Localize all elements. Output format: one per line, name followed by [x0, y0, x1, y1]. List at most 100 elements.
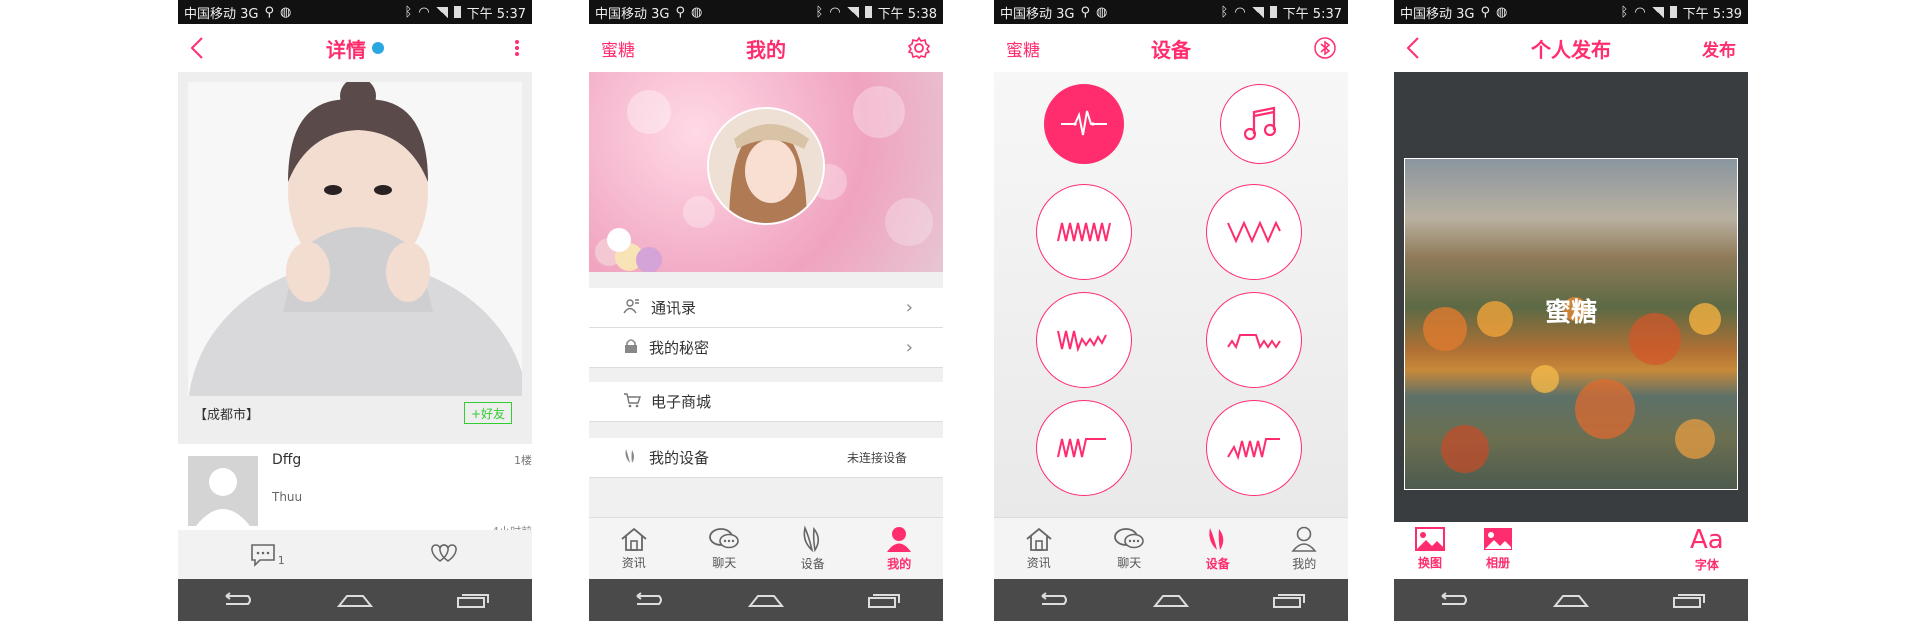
- system-back-icon[interactable]: [1436, 592, 1470, 608]
- system-home-icon[interactable]: [1552, 592, 1589, 608]
- system-back-icon[interactable]: [631, 592, 665, 608]
- tab-news[interactable]: 资讯: [1024, 526, 1054, 571]
- user-icon: [887, 527, 912, 552]
- signal-icon: [1251, 6, 1264, 18]
- tab-device[interactable]: 设备: [800, 525, 826, 572]
- editor-canvas: 蜜糖: [1394, 72, 1748, 522]
- tab-news[interactable]: 资讯: [619, 526, 649, 571]
- album-button[interactable]: 相册: [1482, 526, 1514, 571]
- brand-label: 蜜糖: [601, 40, 635, 61]
- add-friend-button[interactable]: +好友: [464, 402, 512, 424]
- system-home-icon[interactable]: [747, 592, 784, 608]
- mode-heartbeat-button[interactable]: [1044, 84, 1124, 164]
- menu-item-devices[interactable]: 我的设备 未连接设备: [589, 438, 943, 478]
- device-icon: [1209, 528, 1224, 550]
- signal-icon: [1651, 6, 1664, 18]
- comment-item: Dffg Thuu 1楼 4小时前: [178, 450, 532, 538]
- tab-label: 我的: [887, 557, 912, 571]
- tab-label: 资讯: [1026, 556, 1051, 570]
- clock: 下午 5:38: [877, 6, 937, 22]
- overlay-text[interactable]: 蜜糖: [1394, 292, 1748, 329]
- tab-label: 设备: [800, 557, 825, 571]
- avatar[interactable]: [707, 107, 825, 225]
- publish-screen: 中国移动 3G ⚲ ◍ ᛒ ◠ 下午 5:39 个人发布 发布 蜜糖 换图 相册…: [1394, 0, 1748, 621]
- comment-button[interactable]: 1: [250, 543, 285, 567]
- menu-item-secrets[interactable]: 我的秘密 ›: [589, 328, 943, 368]
- font-button[interactable]: Aa 字体: [1690, 526, 1724, 573]
- detail-screen: 中国移动 3G ⚲ ◍ ᛒ ◠ 下午 5:37 详情 【成都市】 +好友 Dff…: [178, 0, 532, 621]
- tab-chat[interactable]: 聊天: [1113, 526, 1145, 571]
- system-nav-bar: [994, 579, 1348, 621]
- back-button[interactable]: [190, 24, 204, 72]
- system-recents-icon[interactable]: [867, 592, 901, 608]
- mode-wave-1-button[interactable]: [1036, 184, 1132, 280]
- cart-icon: [623, 392, 641, 412]
- tab-chat[interactable]: 聊天: [708, 526, 740, 571]
- system-back-icon[interactable]: [1036, 592, 1070, 608]
- wifi-icon: ◠: [1234, 4, 1246, 20]
- wave-pattern-5-icon: [1057, 438, 1106, 458]
- mode-wave-2-button[interactable]: [1206, 184, 1302, 280]
- mode-wave-4-button[interactable]: [1206, 292, 1302, 388]
- settings-button[interactable]: [907, 24, 931, 72]
- tab-device[interactable]: 设备: [1205, 525, 1231, 572]
- system-back-icon[interactable]: [220, 592, 254, 608]
- lock-icon: [623, 338, 639, 358]
- comment-text: Thuu: [272, 490, 303, 504]
- tab-bar: 资讯 聊天 设备 我的: [589, 517, 943, 579]
- mode-music-button[interactable]: [1220, 84, 1300, 164]
- device-icon: [623, 447, 639, 469]
- avatar[interactable]: [188, 456, 258, 526]
- contacts-icon: [623, 298, 641, 318]
- mode-wave-3-button[interactable]: [1036, 292, 1132, 388]
- mode-grid: [994, 72, 1348, 517]
- change-image-button[interactable]: 换图: [1414, 526, 1446, 571]
- user-icon: [1291, 526, 1317, 552]
- back-button[interactable]: [1406, 24, 1420, 72]
- device-icon: [803, 525, 819, 553]
- comment-icon: [250, 543, 275, 567]
- page-title: 详情: [326, 37, 366, 62]
- signal-icon: [846, 6, 859, 18]
- bluetooth-icon: ᛒ: [1220, 4, 1229, 20]
- post-photo[interactable]: [188, 82, 522, 396]
- system-home-icon[interactable]: [1152, 592, 1189, 608]
- system-recents-icon[interactable]: [1672, 592, 1706, 608]
- system-home-icon[interactable]: [336, 592, 373, 608]
- tab-label: 聊天: [712, 556, 737, 570]
- battery-icon: [453, 6, 461, 18]
- system-recents-icon[interactable]: [456, 592, 490, 608]
- status-bar: 中国移动 3G ⚲ ◍ ᛒ ◠ 下午 5:39: [1394, 0, 1748, 24]
- bluetooth-icon: ᛒ: [404, 4, 413, 20]
- wifi-icon: ◠: [418, 4, 430, 20]
- more-menu-button[interactable]: [514, 24, 520, 72]
- globe-icon: ◍: [691, 4, 703, 20]
- menu-item-contacts[interactable]: 通讯录 ›: [589, 288, 943, 328]
- location-icon: ⚲: [1080, 4, 1091, 20]
- mode-wave-6-button[interactable]: [1206, 400, 1302, 496]
- system-nav-bar: [178, 579, 532, 621]
- like-button[interactable]: [428, 541, 460, 569]
- tab-mine[interactable]: 我的: [885, 525, 913, 572]
- carrier-label: 中国移动 3G: [1400, 6, 1475, 22]
- back-icon: [190, 37, 203, 59]
- back-icon: [1406, 37, 1419, 59]
- menu-list: 通讯录 › 我的秘密 › 电子商城 我的设备 未连接设备: [589, 272, 943, 517]
- chevron-right-icon: ›: [905, 337, 913, 358]
- portrait-image: [188, 82, 522, 396]
- system-nav-bar: [589, 579, 943, 621]
- bluetooth-button[interactable]: [1314, 24, 1336, 72]
- status-bar: 中国移动 3G ⚲ ◍ ᛒ ◠ 下午 5:37: [178, 0, 532, 24]
- publish-button[interactable]: 发布: [1702, 24, 1736, 72]
- tab-mine[interactable]: 我的: [1290, 525, 1318, 572]
- status-bar: 中国移动 3G ⚲ ◍ ᛒ ◠ 下午 5:37: [994, 0, 1348, 24]
- system-recents-icon[interactable]: [1272, 592, 1306, 608]
- comment-count: 1: [277, 553, 285, 567]
- globe-icon: ◍: [280, 4, 292, 20]
- wave-pattern-6-icon: [1227, 438, 1280, 461]
- clock: 下午 5:39: [1682, 6, 1742, 22]
- menu-item-shop[interactable]: 电子商城: [589, 382, 943, 422]
- heartbeat-icon: [1061, 110, 1107, 136]
- mode-wave-5-button[interactable]: [1036, 400, 1132, 496]
- city-label: 【成都市】: [194, 408, 260, 423]
